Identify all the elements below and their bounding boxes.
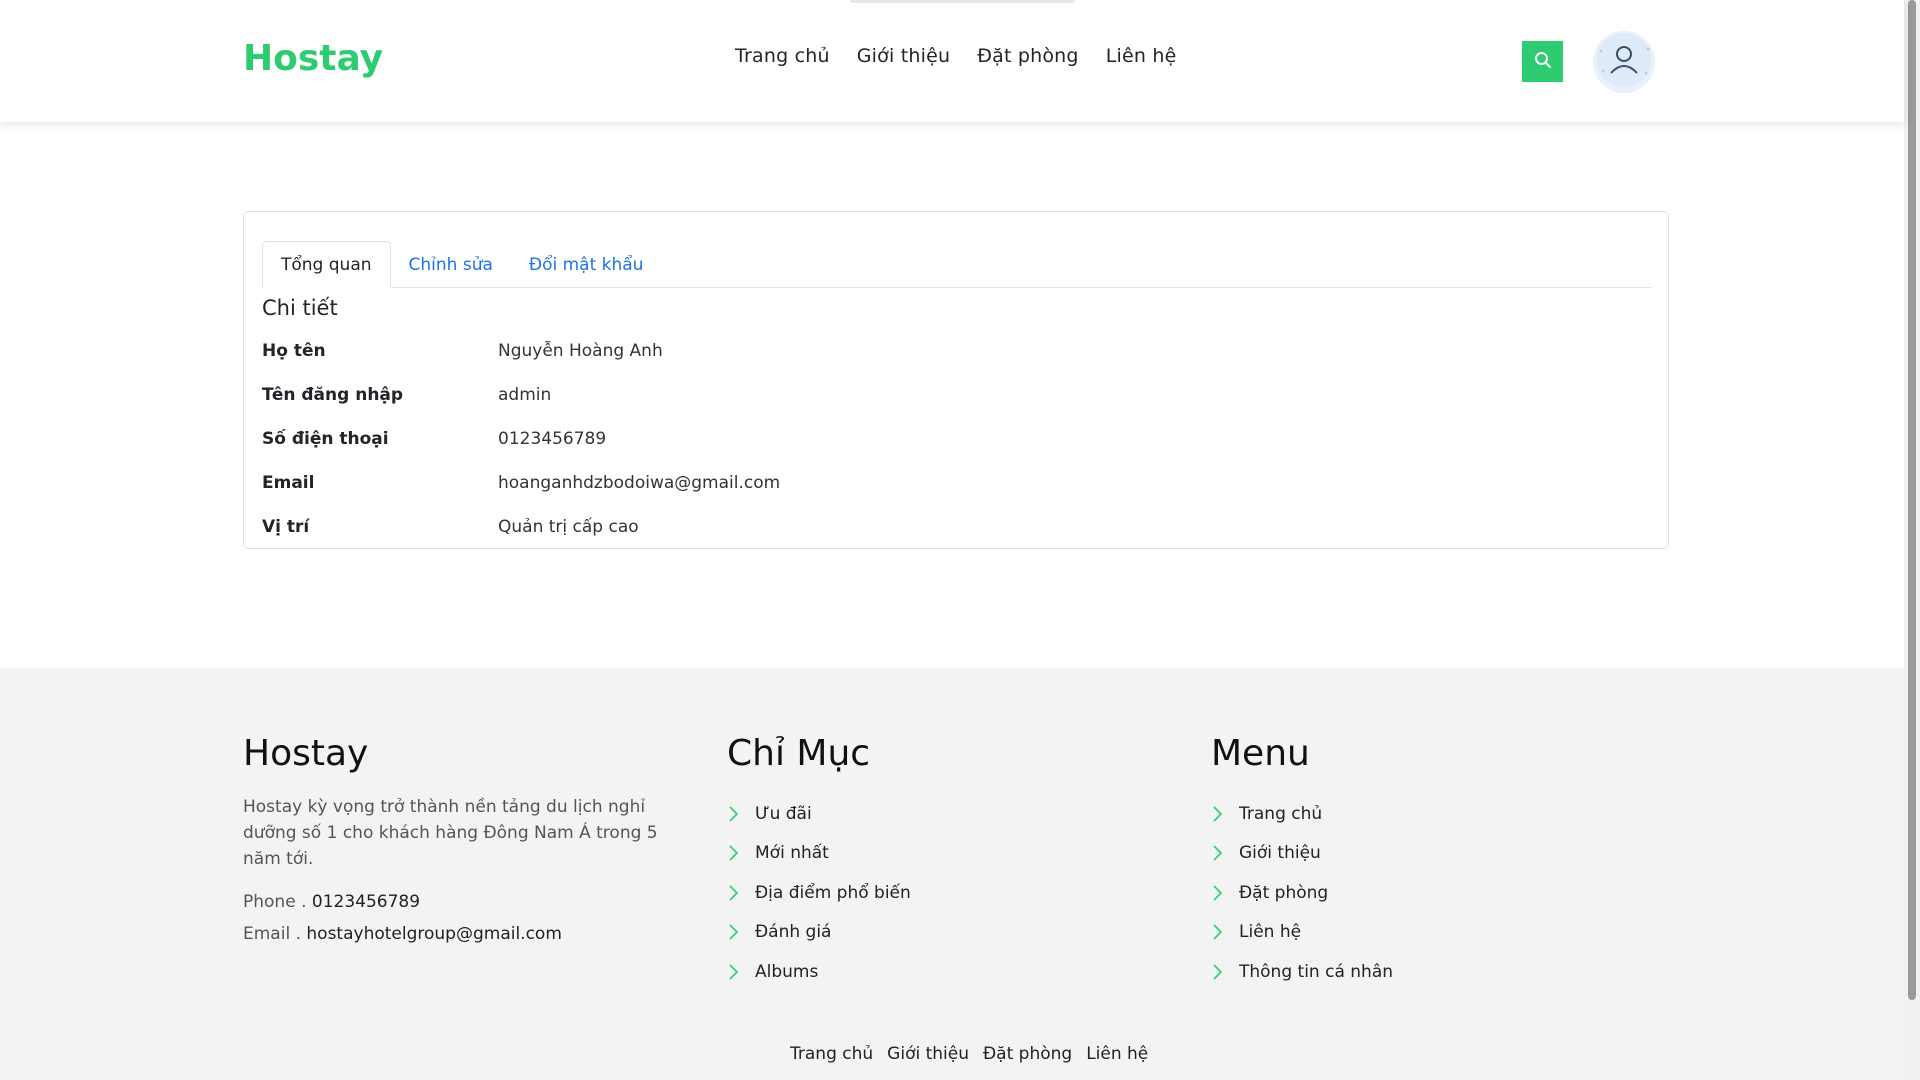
footer-menu-label: Trang chủ: [1239, 803, 1323, 824]
user-avatar-icon: [1593, 29, 1655, 95]
nav-item-contact[interactable]: Liên hệ: [1106, 45, 1177, 67]
footer-about-title: Hostay: [243, 733, 369, 774]
detail-row: Số điện thoại 0123456789: [262, 417, 780, 461]
footer-index-label: Ưu đãi: [755, 803, 812, 824]
detail-row: Tên đăng nhập admin: [262, 373, 780, 417]
page-scrollbar[interactable]: [1904, 0, 1920, 1080]
detail-value: hoanganhdzbodoiwa@gmail.com: [498, 473, 781, 493]
tab-overview[interactable]: Tổng quan: [262, 241, 391, 289]
footer-phone-value: 0123456789: [311, 892, 421, 912]
chevron-right-icon: [1211, 963, 1239, 981]
chevron-right-icon: [727, 884, 755, 902]
chevron-right-icon: [727, 923, 755, 941]
footer-phone: Phone . 0123456789: [243, 892, 693, 912]
tab-edit[interactable]: Chỉnh sửa: [391, 241, 511, 288]
site-header: Hostay Trang chủ Giới thiệu Đặt phòng Li…: [0, 0, 1904, 122]
footer-index-item[interactable]: Địa điểm phổ biến: [727, 873, 911, 913]
nav-item-booking[interactable]: Đặt phòng: [977, 45, 1079, 67]
nav-item-home[interactable]: Trang chủ: [735, 45, 830, 67]
section-title: Chi tiết: [262, 296, 338, 320]
profile-details: Họ tên Nguyễn Hoàng Anh Tên đăng nhập ad…: [262, 329, 780, 549]
footer-bottom-nav: Trang chủ Giới thiệu Đặt phòng Liên hệ: [790, 1044, 1148, 1064]
chevron-right-icon: [1211, 884, 1239, 902]
footer-index-item[interactable]: Ưu đãi: [727, 794, 911, 834]
footer-menu-item[interactable]: Trang chủ: [1211, 794, 1393, 834]
detail-row: Họ tên Nguyễn Hoàng Anh: [262, 329, 780, 373]
footer-email-label: Email .: [243, 924, 307, 944]
footer-phone-label: Phone .: [243, 892, 312, 912]
footer-about: Hostay Hostay kỳ vọng trở thành nền tảng…: [243, 733, 693, 944]
chevron-right-icon: [727, 963, 755, 981]
footer-index: Chỉ Mục Ưu đãi Mới nhất Địa điểm phổ biế…: [727, 733, 911, 992]
detail-label: Số điện thoại: [262, 429, 389, 449]
site-footer: Hostay Hostay kỳ vọng trở thành nền tảng…: [0, 668, 1904, 1080]
footer-menu-label: Liên hệ: [1239, 922, 1302, 943]
footer-index-item[interactable]: Mới nhất: [727, 834, 911, 874]
detail-label: Email: [262, 473, 315, 493]
footer-index-label: Mới nhất: [755, 843, 829, 864]
footer-email: Email . hostayhotelgroup@gmail.com: [243, 924, 693, 944]
nav-item-about[interactable]: Giới thiệu: [857, 45, 950, 67]
detail-label: Vị trí: [262, 517, 310, 537]
footer-index-item[interactable]: Đánh giá: [727, 913, 911, 953]
footer-menu: Menu Trang chủ Giới thiệu Đặt phòng Liên…: [1211, 733, 1393, 992]
footer-bottom-link-booking[interactable]: Đặt phòng: [983, 1044, 1072, 1064]
detail-value: 0123456789: [498, 429, 607, 449]
footer-bottom-link-about[interactable]: Giới thiệu: [887, 1044, 969, 1064]
user-avatar[interactable]: [1593, 31, 1655, 93]
detail-label: Họ tên: [262, 341, 326, 361]
search-icon: [1534, 51, 1552, 73]
scrollbar-thumb[interactable]: [1908, 0, 1916, 1000]
main-nav: Trang chủ Giới thiệu Đặt phòng Liên hệ: [735, 45, 1176, 67]
tab-change-password[interactable]: Đổi mật khẩu: [511, 241, 662, 288]
footer-menu-label: Giới thiệu: [1239, 843, 1321, 864]
footer-menu-title: Menu: [1211, 733, 1310, 774]
detail-label: Tên đăng nhập: [262, 385, 404, 405]
footer-index-label: Đánh giá: [755, 922, 832, 943]
footer-index-label: Albums: [755, 961, 819, 982]
footer-menu-label: Thông tin cá nhân: [1239, 961, 1394, 982]
footer-index-label: Địa điểm phổ biến: [755, 882, 911, 903]
chevron-right-icon: [1211, 923, 1239, 941]
footer-menu-label: Đặt phòng: [1239, 882, 1329, 903]
chevron-right-icon: [727, 805, 755, 823]
chevron-right-icon: [1211, 844, 1239, 862]
footer-menu-item[interactable]: Thông tin cá nhân: [1211, 952, 1393, 992]
footer-description: Hostay kỳ vọng trở thành nền tảng du lịc…: [243, 797, 658, 869]
footer-bottom-link-contact[interactable]: Liên hệ: [1086, 1044, 1148, 1064]
detail-row: Email hoanganhdzbodoiwa@gmail.com: [262, 461, 780, 505]
detail-row: Vị trí Quản trị cấp cao: [262, 505, 780, 549]
site-logo[interactable]: Hostay: [243, 38, 383, 79]
footer-email-value[interactable]: hostayhotelgroup@gmail.com: [306, 924, 562, 944]
detail-value: Nguyễn Hoàng Anh: [498, 341, 663, 361]
profile-tabs: Tổng quan Chỉnh sửa Đổi mật khẩu: [262, 230, 1651, 289]
detail-value: Quản trị cấp cao: [498, 517, 639, 537]
footer-index-title: Chỉ Mục: [727, 733, 871, 774]
footer-index-item[interactable]: Albums: [727, 952, 911, 992]
footer-bottom-link-home[interactable]: Trang chủ: [790, 1044, 873, 1064]
search-button[interactable]: [1522, 41, 1563, 82]
footer-menu-item[interactable]: Giới thiệu: [1211, 834, 1393, 874]
detail-value: admin: [498, 385, 552, 405]
profile-card: Tổng quan Chỉnh sửa Đổi mật khẩu Chi tiế…: [243, 211, 1669, 549]
chevron-right-icon: [1211, 805, 1239, 823]
top-indicator: [850, 0, 1075, 3]
chevron-right-icon: [727, 844, 755, 862]
footer-menu-item[interactable]: Đặt phòng: [1211, 873, 1393, 913]
footer-menu-item[interactable]: Liên hệ: [1211, 913, 1393, 953]
